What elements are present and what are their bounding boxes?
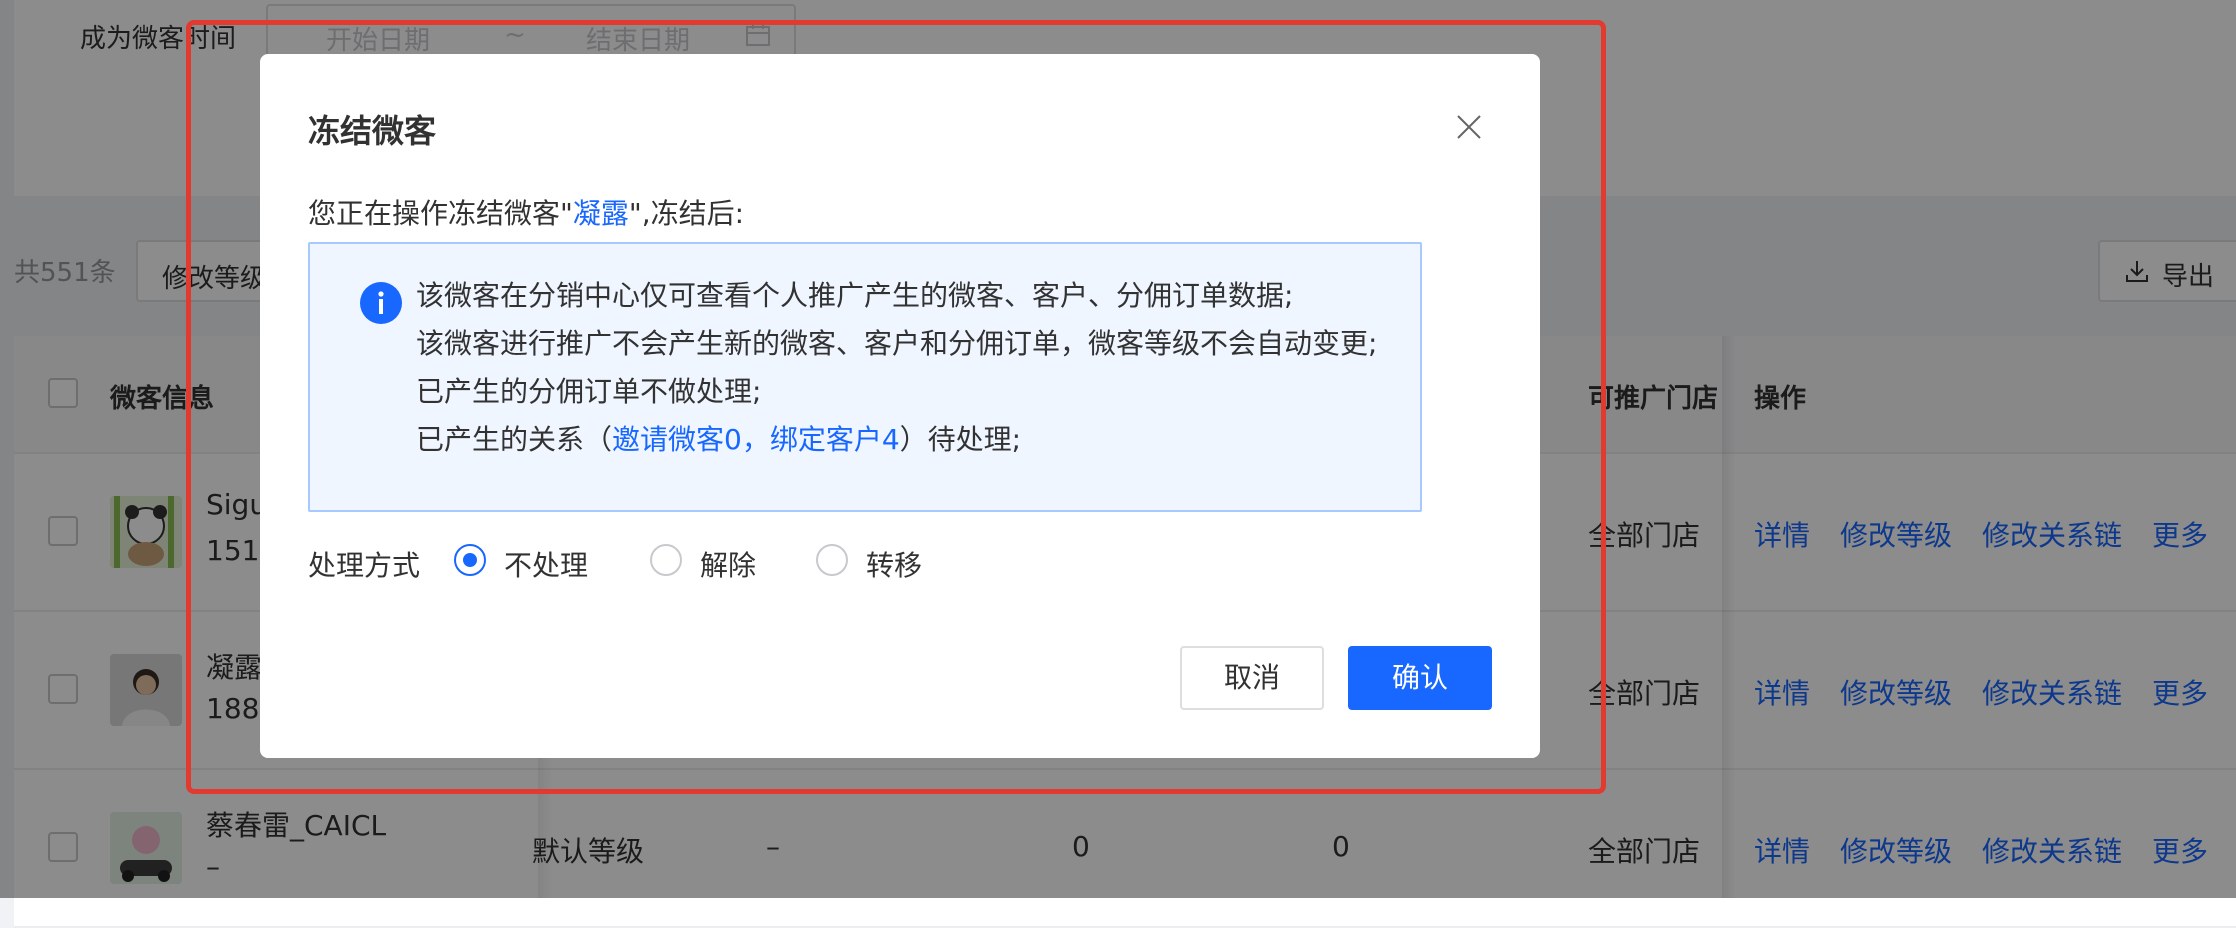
highlight-annotation	[186, 20, 1606, 794]
